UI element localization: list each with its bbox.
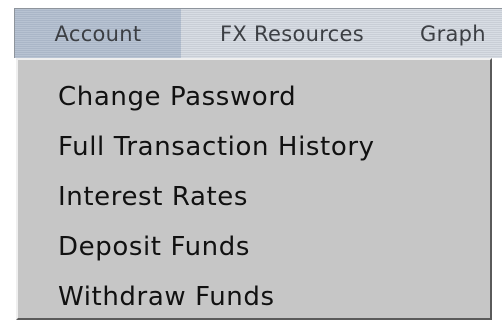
menu-item-change-password[interactable]: Change Password xyxy=(58,84,296,110)
menu-item-withdraw-funds[interactable]: Withdraw Funds xyxy=(58,284,275,310)
menu-bar: Account FX Resources Graph xyxy=(14,8,502,58)
menu-item-interest-rates[interactable]: Interest Rates xyxy=(58,184,248,210)
menu-tab-graph[interactable]: Graph xyxy=(420,9,502,58)
menu-tab-fx-resources[interactable]: FX Resources xyxy=(183,9,401,58)
menu-item-full-transaction-history[interactable]: Full Transaction History xyxy=(58,134,375,160)
menu-tab-account[interactable]: Account xyxy=(15,9,181,58)
account-dropdown-menu: Change Password Full Transaction History… xyxy=(16,58,492,320)
menu-tab-graph-label: Graph xyxy=(420,21,486,46)
menu-tab-fx-resources-label: FX Resources xyxy=(220,21,364,46)
menu-item-deposit-funds[interactable]: Deposit Funds xyxy=(58,234,250,260)
menu-tab-account-label: Account xyxy=(54,21,142,46)
